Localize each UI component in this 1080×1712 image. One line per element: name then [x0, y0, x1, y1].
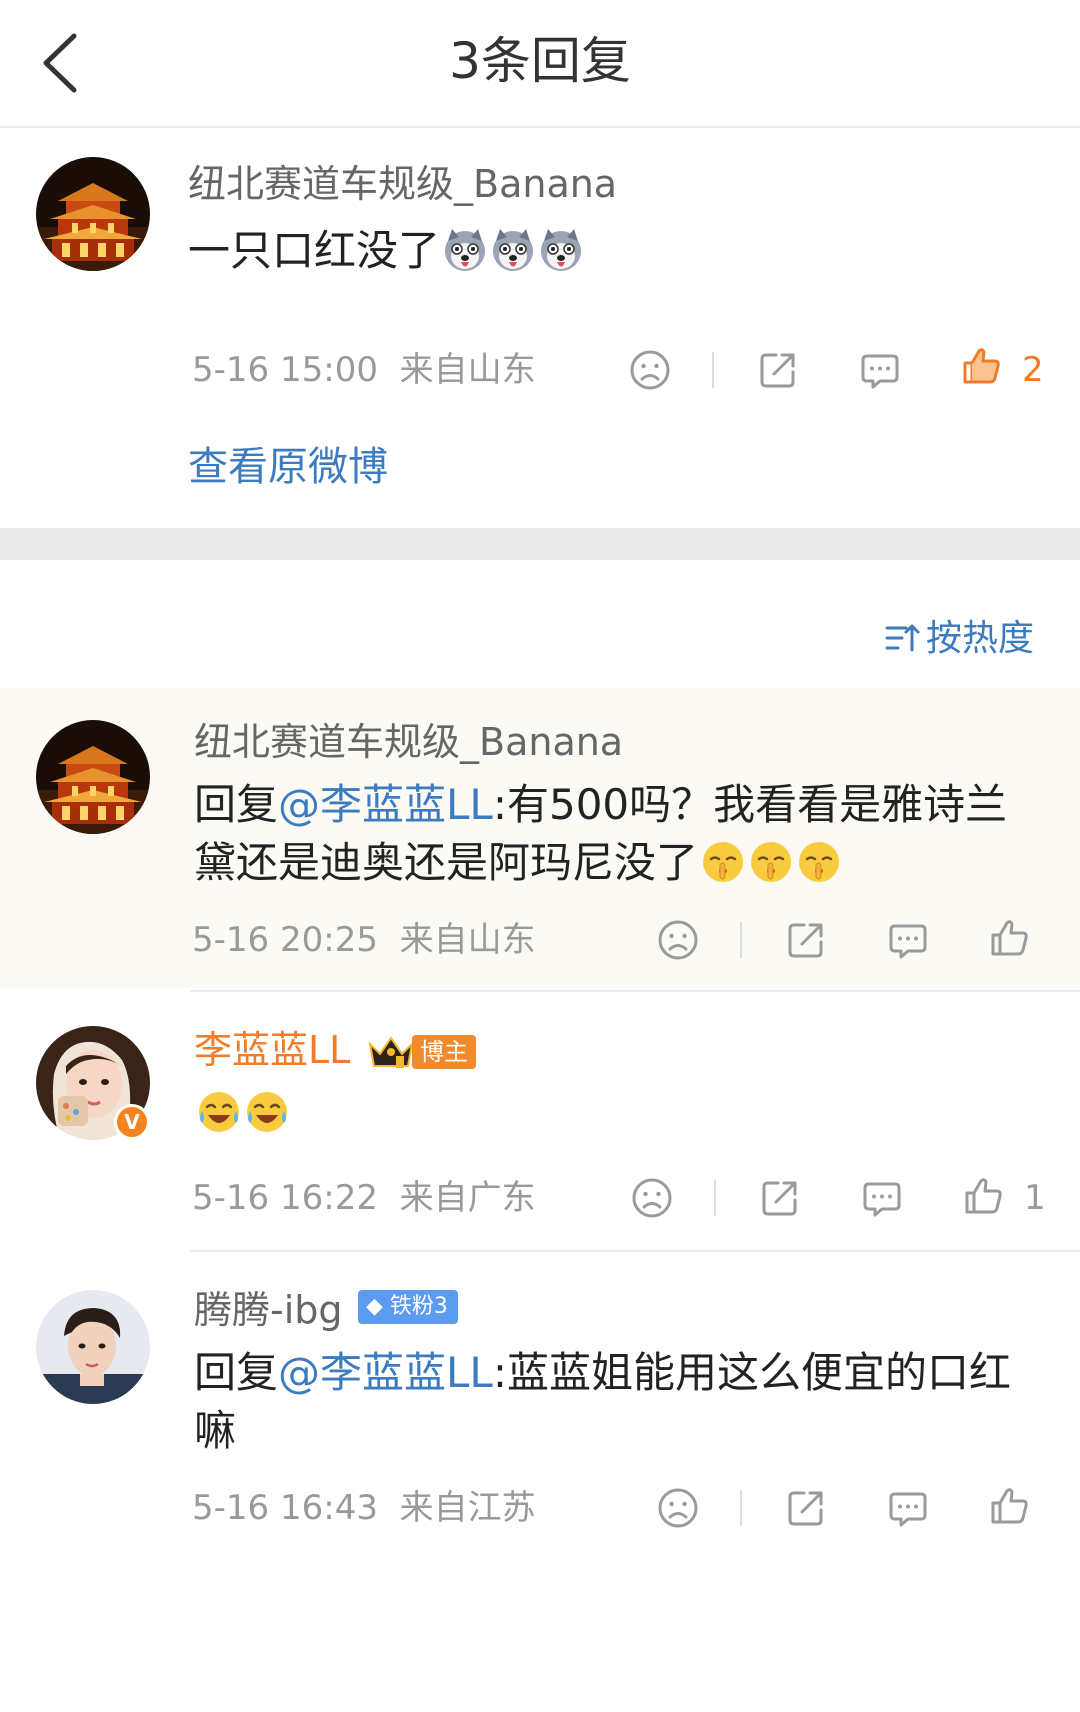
- dislike-icon[interactable]: [628, 348, 672, 392]
- crown-icon: [366, 1032, 416, 1072]
- husky-emoji-icon: [490, 227, 536, 273]
- avatar[interactable]: [36, 157, 150, 271]
- like-count: 2: [1022, 350, 1044, 390]
- sort-icon: [885, 624, 920, 652]
- host-badge: 博主: [366, 1032, 476, 1072]
- husky-emoji-icon: [538, 227, 584, 273]
- share-icon[interactable]: [784, 1486, 828, 1530]
- view-original-link[interactable]: 查看原微博: [188, 440, 388, 494]
- mention-link[interactable]: @李蓝蓝LL: [278, 780, 493, 829]
- comment-time: 5-16 15:00: [192, 350, 378, 390]
- host-badge-label: 博主: [412, 1035, 476, 1069]
- comment-meta: 5-16 15:00 来自山东: [192, 348, 536, 392]
- reply-prefix: 回复: [194, 780, 279, 829]
- like-icon[interactable]: [988, 916, 1032, 960]
- dislike-icon[interactable]: [656, 1486, 700, 1530]
- reply-meta: 5-16 16:22 来自广东: [192, 1176, 536, 1220]
- reply-text: [194, 1084, 1034, 1142]
- page-title: 3条回复: [449, 32, 631, 90]
- sort-button[interactable]: 按热度: [884, 614, 1034, 664]
- section-gap: [0, 528, 1080, 560]
- like-icon[interactable]: [988, 1484, 1032, 1528]
- husky-emoji-icon: [442, 227, 488, 273]
- shush-emoji-icon: [748, 839, 794, 885]
- dislike-icon[interactable]: [630, 1176, 674, 1220]
- divider: [714, 1180, 716, 1216]
- comment-icon[interactable]: [886, 918, 930, 962]
- avatar[interactable]: [36, 1290, 150, 1404]
- divider: [740, 1490, 742, 1526]
- like-icon[interactable]: [960, 344, 1004, 388]
- reply-text: 回复@李蓝蓝LL:有500吗？我看看是雅诗兰黛还是迪奥还是阿玛尼没了: [194, 776, 1034, 892]
- divider: [712, 352, 714, 388]
- reply-location: 来自山东: [399, 920, 536, 960]
- laugh-cry-emoji-icon: [196, 1089, 242, 1135]
- comment-username[interactable]: 纽北赛道车规级_Banana: [188, 160, 617, 208]
- reply-meta: 5-16 16:43 来自江苏: [192, 1486, 536, 1530]
- reply-time: 5-16 20:25: [192, 920, 378, 960]
- avatar[interactable]: [36, 720, 150, 834]
- share-icon[interactable]: [756, 348, 800, 392]
- divider: [190, 990, 1080, 992]
- top-bar: 3条回复: [0, 0, 1080, 128]
- fan-badge: ◆ 铁粉3: [358, 1290, 458, 1324]
- comment-icon[interactable]: [860, 1176, 904, 1220]
- sort-label: 按热度: [926, 618, 1035, 659]
- comment-text: 一只口红没了: [188, 222, 1028, 280]
- shush-emoji-icon: [700, 839, 746, 885]
- laugh-cry-emoji-icon: [244, 1089, 290, 1135]
- reply-meta: 5-16 20:25 来自山东: [192, 918, 536, 962]
- comment-icon[interactable]: [886, 1486, 930, 1530]
- fan-badge-label: 铁粉3: [389, 1294, 448, 1319]
- divider: [740, 922, 742, 958]
- reply-username[interactable]: 纽北赛道车规级_Banana: [194, 718, 623, 766]
- share-icon[interactable]: [784, 918, 828, 962]
- comment-icon[interactable]: [858, 348, 902, 392]
- reply-text: 回复@李蓝蓝LL:蓝蓝姐能用这么便宜的口红嘛: [194, 1344, 1034, 1460]
- shush-emoji-icon: [796, 839, 842, 885]
- like-icon[interactable]: [962, 1174, 1006, 1218]
- comment-text-content: 一只口红没了: [188, 226, 441, 275]
- reply-prefix: 回复: [194, 1348, 279, 1397]
- comment-location: 来自山东: [399, 350, 536, 390]
- share-icon[interactable]: [758, 1176, 802, 1220]
- reply-location: 来自广东: [399, 1178, 536, 1218]
- diamond-icon: ◆: [366, 1294, 383, 1319]
- reply-location: 来自江苏: [399, 1488, 536, 1528]
- dislike-icon[interactable]: [656, 918, 700, 962]
- reply-username[interactable]: 李蓝蓝LL: [194, 1026, 350, 1074]
- reply-time: 5-16 16:43: [192, 1488, 378, 1528]
- divider: [190, 1250, 1080, 1252]
- verified-badge: V: [114, 1104, 150, 1140]
- like-count: 1: [1024, 1178, 1046, 1218]
- mention-link[interactable]: @李蓝蓝LL: [278, 1348, 493, 1397]
- reply-time: 5-16 16:22: [192, 1178, 378, 1218]
- reply-username[interactable]: 腾腾-ibg: [194, 1286, 343, 1334]
